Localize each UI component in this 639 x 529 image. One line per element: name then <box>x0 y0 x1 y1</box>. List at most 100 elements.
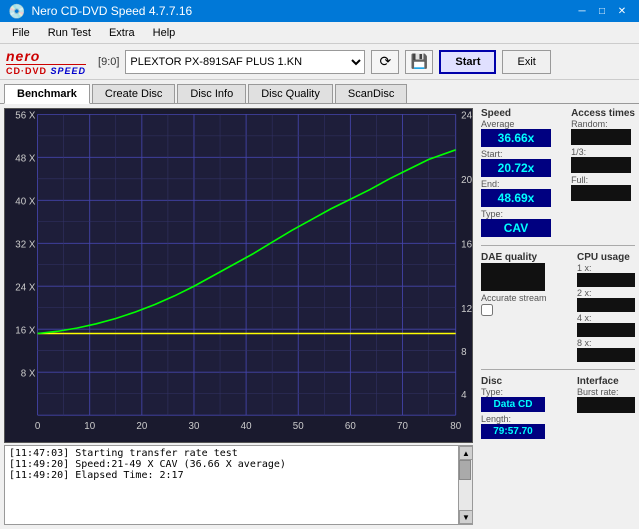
nero-logo: nero CD·DVD SPEED <box>6 48 86 76</box>
close-button[interactable]: ✕ <box>613 2 631 20</box>
tab-bar: Benchmark Create Disc Disc Info Disc Qua… <box>0 80 639 104</box>
full-value <box>571 185 631 201</box>
svg-text:20: 20 <box>461 175 472 186</box>
svg-text:20: 20 <box>136 421 147 432</box>
main-area: 56 X 48 X 40 X 32 X 24 X 16 X 8 X 24 20 … <box>0 104 639 529</box>
svg-text:30: 30 <box>189 421 200 432</box>
right-panel: Speed Average 36.66x Start: 20.72x End: … <box>477 104 639 529</box>
svg-text:0: 0 <box>35 421 41 432</box>
start-value: 20.72x <box>481 159 551 177</box>
tab-disc-quality[interactable]: Disc Quality <box>248 84 333 103</box>
save-button[interactable]: 💾 <box>405 50 433 74</box>
dae-section: DAE quality Accurate stream <box>481 252 547 363</box>
type-value: CAV <box>481 219 551 237</box>
scroll-down-button[interactable]: ▼ <box>459 510 473 524</box>
svg-text:32 X: 32 X <box>15 240 36 251</box>
cpu-1x-label: 1 x: <box>577 263 635 273</box>
interface-section: Interface Burst rate: <box>577 376 635 439</box>
average-label: Average <box>481 119 551 129</box>
cpu-section: CPU usage 1 x: 2 x: 4 x: 8 x: <box>577 252 635 363</box>
cpu-1x-value <box>577 273 635 287</box>
svg-text:24 X: 24 X <box>15 283 36 294</box>
svg-text:56 X: 56 X <box>15 111 36 122</box>
menu-extra[interactable]: Extra <box>101 25 143 41</box>
speed-section: Speed Average 36.66x Start: 20.72x End: … <box>481 108 635 239</box>
svg-text:8 X: 8 X <box>21 369 36 380</box>
log-area: [11:47:03] Starting transfer rate test [… <box>4 445 473 525</box>
menu-run-test[interactable]: Run Test <box>40 25 99 41</box>
svg-text:8: 8 <box>461 347 466 358</box>
maximize-button[interactable]: □ <box>593 2 611 20</box>
log-line-1: [11:47:03] Starting transfer rate test <box>9 448 454 459</box>
dae-cpu-row: DAE quality Accurate stream CPU usage 1 … <box>481 252 635 363</box>
burst-label: Burst rate: <box>577 387 635 397</box>
app-title: Nero CD-DVD Speed 4.7.7.16 <box>31 4 192 18</box>
svg-text:60: 60 <box>345 421 356 432</box>
disc-length-label: Length: <box>481 414 545 424</box>
drive-label: [9:0] <box>98 56 119 68</box>
full-label: Full: <box>571 175 635 185</box>
interface-label: Interface <box>577 376 635 387</box>
svg-text:80: 80 <box>450 421 461 432</box>
type-label: Type: <box>481 209 551 219</box>
menu-file[interactable]: File <box>4 25 38 41</box>
cpu-8x-value <box>577 348 635 362</box>
exit-button[interactable]: Exit <box>502 50 550 74</box>
end-value: 48.69x <box>481 189 551 207</box>
log-scrollbar: ▲ ▼ <box>458 446 472 524</box>
accurate-stream-label: Accurate stream <box>481 293 547 303</box>
cpu-4x-label: 4 x: <box>577 313 635 323</box>
onethird-value <box>571 157 631 173</box>
menu-help[interactable]: Help <box>145 25 184 41</box>
disc-type-label: Type: <box>481 387 545 397</box>
svg-text:40: 40 <box>241 421 252 432</box>
svg-text:50: 50 <box>293 421 304 432</box>
app-icon: 💿 <box>8 3 25 20</box>
disc-interface-row: Disc Type: Data CD Length: 79:57.70 Inte… <box>481 376 635 439</box>
scroll-up-button[interactable]: ▲ <box>459 446 473 460</box>
scroll-thumb[interactable] <box>459 460 471 480</box>
burst-value <box>577 397 635 413</box>
tab-create-disc[interactable]: Create Disc <box>92 84 175 103</box>
refresh-button[interactable]: ⟳ <box>371 50 399 74</box>
accurate-stream-checkbox[interactable] <box>481 304 493 316</box>
tab-scan-disc[interactable]: ScanDisc <box>335 84 407 103</box>
disc-length-value: 79:57.70 <box>481 424 545 439</box>
cpu-2x-value <box>577 298 635 312</box>
dae-label: DAE quality <box>481 252 547 263</box>
cpu-2x-label: 2 x: <box>577 288 635 298</box>
svg-text:24: 24 <box>461 111 472 122</box>
dae-value <box>481 263 545 291</box>
start-button[interactable]: Start <box>439 50 496 74</box>
menu-bar: File Run Test Extra Help <box>0 22 639 44</box>
svg-text:40 X: 40 X <box>15 197 36 208</box>
toolbar: nero CD·DVD SPEED [9:0] PLEXTOR PX-891SA… <box>0 44 639 80</box>
random-label: Random: <box>571 119 635 129</box>
title-bar: 💿 Nero CD-DVD Speed 4.7.7.16 ─ □ ✕ <box>0 0 639 22</box>
onethird-label: 1/3: <box>571 147 635 157</box>
minimize-button[interactable]: ─ <box>573 2 591 20</box>
chart-wrapper: 56 X 48 X 40 X 32 X 24 X 16 X 8 X 24 20 … <box>0 104 477 529</box>
divider-2 <box>481 369 635 370</box>
disc-type-value: Data CD <box>481 397 545 412</box>
disc-section: Disc Type: Data CD Length: 79:57.70 <box>481 376 545 439</box>
speed-label: Speed <box>481 108 551 119</box>
svg-text:10: 10 <box>84 421 95 432</box>
access-times-label: Access times <box>571 108 635 119</box>
chart-svg: 56 X 48 X 40 X 32 X 24 X 16 X 8 X 24 20 … <box>5 109 472 442</box>
cpu-8x-label: 8 x: <box>577 338 635 348</box>
cpu-label: CPU usage <box>577 252 635 263</box>
svg-text:16 X: 16 X <box>15 326 36 337</box>
tab-disc-info[interactable]: Disc Info <box>177 84 246 103</box>
svg-text:4: 4 <box>461 390 467 401</box>
svg-text:70: 70 <box>397 421 408 432</box>
log-content: [11:47:03] Starting transfer rate test [… <box>5 446 458 524</box>
drive-select[interactable]: PLEXTOR PX-891SAF PLUS 1.KN <box>125 50 365 74</box>
disc-label: Disc <box>481 376 545 387</box>
svg-text:12: 12 <box>461 304 472 315</box>
end-label: End: <box>481 179 551 189</box>
tab-benchmark[interactable]: Benchmark <box>4 84 90 104</box>
cpu-4x-value <box>577 323 635 337</box>
svg-text:48 X: 48 X <box>15 154 36 165</box>
random-value <box>571 129 631 145</box>
